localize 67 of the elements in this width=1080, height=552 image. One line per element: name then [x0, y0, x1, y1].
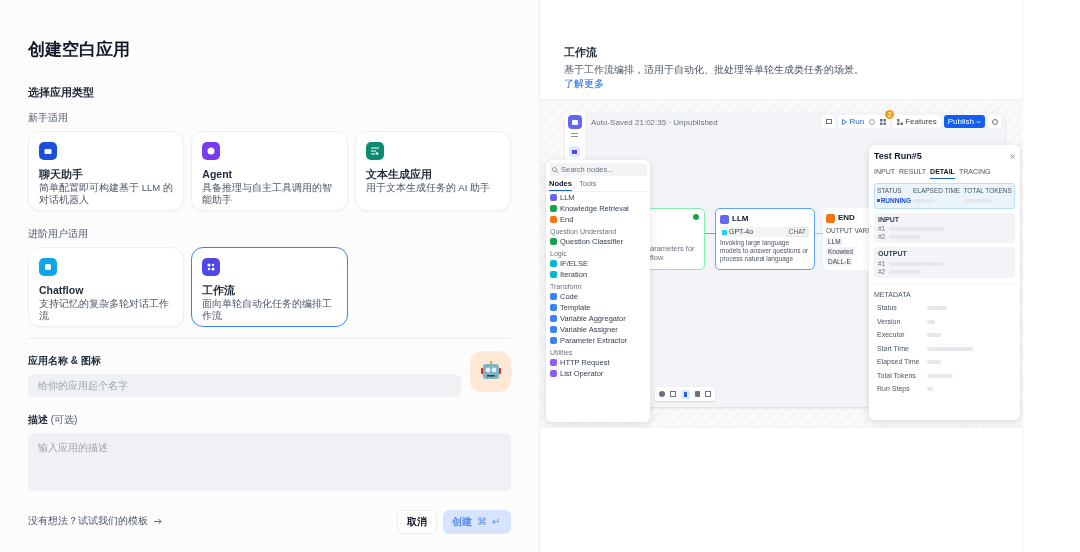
panel-title: Test Run#5: [874, 150, 922, 163]
chatbot-app-icon: [39, 141, 57, 160]
autosave-status: Auto-Saved 21:02:35 · Unpublished: [591, 117, 718, 129]
search-icon: [552, 166, 558, 173]
learn-more-link[interactable]: 了解更多: [564, 77, 604, 89]
model-icon: [722, 229, 727, 235]
canvas-tool-icon[interactable]: [569, 146, 580, 157]
app-type-card[interactable]: 聊天助手 简单配置即可构建基于 LLM 的对话机器人: [28, 130, 185, 211]
card-description: 支持记忆的复杂多轮对话工作流: [39, 297, 170, 322]
completion-app-icon: [365, 141, 384, 160]
card-description: 用于文本生成任务的 AI 助手: [365, 181, 491, 194]
arrow-right-icon: [154, 518, 162, 525]
app-name-field[interactable]: 给你的应用起个名字: [28, 373, 461, 397]
skeleton-bar: [927, 333, 941, 338]
agent-app-icon: [202, 141, 221, 160]
card-title: 工作流: [202, 283, 237, 297]
select-icon[interactable]: [670, 391, 676, 397]
cancel-button[interactable]: 取消: [397, 509, 437, 534]
features-button[interactable]: Features: [893, 115, 941, 128]
skeleton-bar: [927, 373, 953, 378]
chevron-down-icon: [976, 119, 981, 124]
skeleton-bar: [927, 387, 933, 392]
group-label: 新手适用: [28, 110, 69, 125]
app-type-card[interactable]: 工作流 面向单轮自动化任务的编排工作流: [191, 246, 348, 327]
card-title: 聊天助手: [39, 167, 84, 181]
features-icon: [897, 118, 904, 125]
template-link[interactable]: 没有想法？试试我们的模板: [28, 514, 162, 529]
app-type-card[interactable]: 文本生成应用 用于文本生成任务的 AI 助手: [354, 130, 511, 211]
skeleton-bar: [927, 360, 941, 365]
skeleton-bar: [927, 306, 947, 311]
field-label: 应用名称 & 图标: [28, 353, 102, 368]
close-icon[interactable]: [1010, 154, 1015, 160]
workflow-app-icon: [202, 257, 221, 276]
play-icon: [842, 118, 848, 125]
history-button[interactable]: [822, 115, 836, 128]
connector-line: [815, 233, 823, 234]
robot-icon: [479, 360, 502, 382]
end-node-icon: [826, 213, 835, 223]
section-title: 选择应用类型: [28, 85, 95, 100]
grid-icon[interactable]: [880, 118, 887, 125]
card-title: Chatflow: [39, 283, 85, 297]
preview-description: 基于工作流编排，适用于自动化、批处理等单轮生成类任务的场景。 了解更多: [564, 62, 865, 91]
card-description: 面向单轮自动化任务的编排工作流: [202, 297, 334, 322]
pointer-icon[interactable]: [681, 389, 690, 399]
app-type-card[interactable]: Chatflow 支持记忆的复杂多轮对话工作流: [28, 246, 185, 327]
chatflow-app-icon: [39, 257, 57, 276]
sliders-icon[interactable]: [571, 132, 578, 138]
field-label: 描述 (可选): [28, 412, 79, 427]
node-title: END: [838, 212, 855, 224]
node-title: LLM: [732, 213, 749, 225]
skeleton-bar: [927, 346, 973, 351]
group-label: 进阶用户适用: [28, 226, 89, 241]
card-title: 文本生成应用: [365, 167, 433, 181]
card-description: 具备推理与自主工具调用的智能助手: [202, 181, 334, 206]
card-title: Agent: [202, 167, 234, 181]
app-logo-icon[interactable]: [568, 115, 582, 129]
skeleton-bar: [927, 319, 935, 324]
card-description: 简单配置即可构建基于 LLM 的对话机器人: [39, 181, 174, 206]
publish-button[interactable]: Publish: [943, 115, 985, 128]
llm-node-icon: [720, 214, 729, 224]
description-field[interactable]: 输入应用的描述: [28, 432, 511, 491]
app-icon-picker[interactable]: [470, 350, 511, 392]
app-type-card[interactable]: Agent 具备推理与自主工具调用的智能助手: [191, 130, 348, 211]
layout-icon[interactable]: [705, 391, 711, 397]
preview-title: 工作流: [564, 45, 598, 60]
zoom-icon[interactable]: [659, 391, 665, 397]
dialog-title: 创建空白应用: [28, 39, 131, 61]
